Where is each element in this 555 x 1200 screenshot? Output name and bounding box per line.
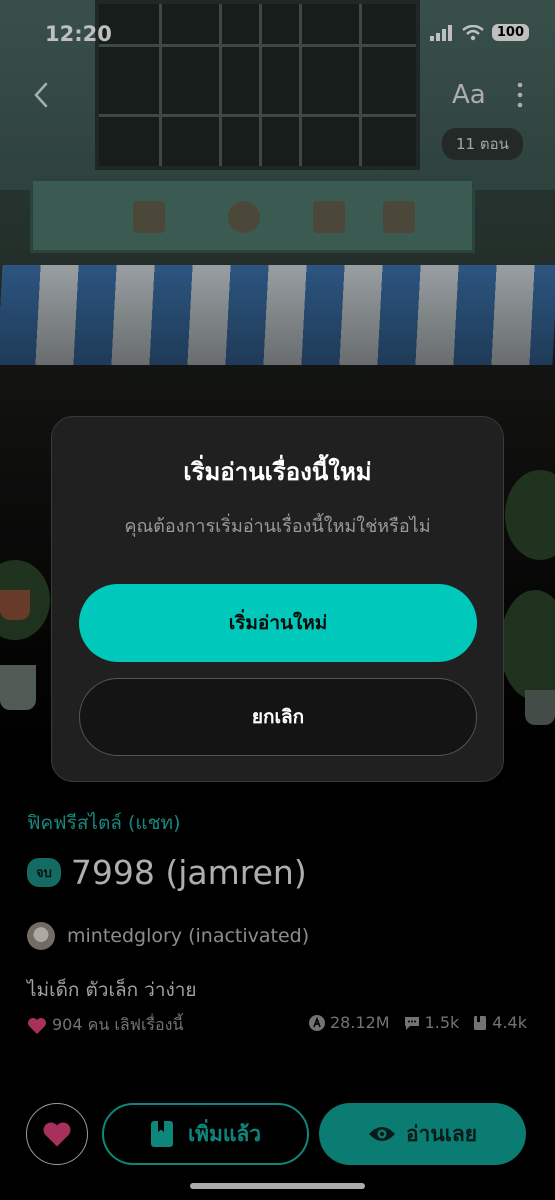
dialog-title: เริ่มอ่านเรื่องนี้ใหม่ [183,458,372,486]
cancel-button[interactable]: ยกเลิก [79,678,477,756]
restart-reading-dialog: เริ่มอ่านเรื่องนี้ใหม่ คุณต้องการเริ่มอ่… [51,416,504,782]
dialog-message: คุณต้องการเริ่มอ่านเรื่องนี้ใหม่ใช่หรือไ… [124,516,431,537]
restart-button[interactable]: เริ่มอ่านใหม่ [79,584,477,662]
